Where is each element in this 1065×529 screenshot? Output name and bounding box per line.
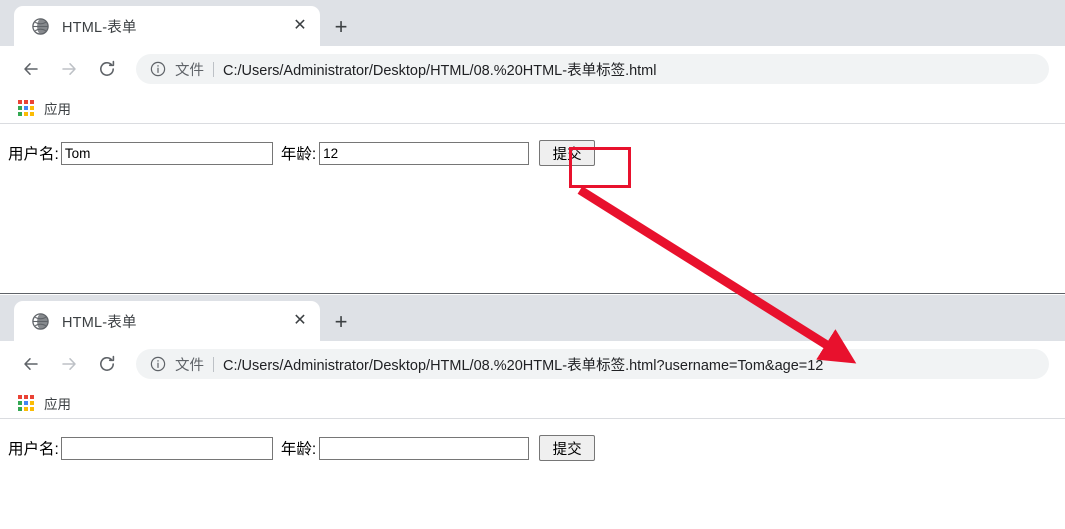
username-label: 用户名:: [8, 441, 59, 458]
tab-strip-bottom: HTML-表单 ✕ +: [0, 295, 1065, 341]
username-input[interactable]: [60, 436, 273, 460]
bookmarks-bar-top: 应用: [0, 92, 1065, 124]
url-base-text: C:/Users/Administrator/Desktop/HTML/08.%…: [223, 357, 657, 374]
url-scheme-label: 文件: [175, 62, 204, 79]
toolbar-bottom: 文件 C:/Users/Administrator/Desktop/HTML/0…: [0, 341, 1065, 387]
url-separator: [213, 61, 214, 77]
new-tab-button[interactable]: +: [328, 14, 354, 40]
apps-grid-icon: [18, 99, 34, 116]
url-text: C:/Users/Administrator/Desktop/HTML/08.%…: [223, 62, 657, 79]
age-label: 年龄:: [280, 441, 317, 458]
submit-button[interactable]: 提交: [539, 435, 596, 461]
address-bar-bottom[interactable]: 文件 C:/Users/Administrator/Desktop/HTML/0…: [136, 349, 1049, 379]
back-button[interactable]: [16, 349, 46, 379]
bookmark-apps[interactable]: 应用: [18, 98, 71, 118]
browser-window-top: HTML-表单 ✕ + 文件 C:/Users/Administrator/De…: [0, 0, 1065, 294]
apps-grid-icon: [18, 394, 34, 411]
address-bar-top[interactable]: 文件 C:/Users/Administrator/Desktop/HTML/0…: [136, 54, 1049, 84]
age-input[interactable]: [319, 436, 530, 460]
url-scheme-label: 文件: [175, 357, 204, 374]
info-circle-icon[interactable]: [150, 61, 166, 77]
form-row-top: 用户名: 年龄: 提交: [8, 140, 1065, 166]
forward-button[interactable]: [54, 54, 84, 84]
back-button[interactable]: [16, 54, 46, 84]
forward-button[interactable]: [54, 349, 84, 379]
submit-button[interactable]: 提交: [539, 140, 596, 166]
age-input[interactable]: [319, 141, 530, 165]
page-content-bottom: 用户名: 年龄: 提交: [0, 419, 1065, 529]
browser-window-bottom: HTML-表单 ✕ + 文件 C:/Users/Administrator/De…: [0, 295, 1065, 529]
bookmark-apps[interactable]: 应用: [18, 393, 71, 413]
tab-html-form-bottom[interactable]: HTML-表单 ✕: [14, 301, 320, 341]
page-content-top: 用户名: 年龄: 提交: [0, 124, 1065, 264]
info-circle-icon[interactable]: [150, 356, 166, 372]
tab-html-form-top[interactable]: HTML-表单 ✕: [14, 6, 320, 46]
bookmark-apps-label: 应用: [44, 396, 71, 412]
age-label: 年龄:: [280, 146, 317, 163]
new-tab-button[interactable]: +: [328, 309, 354, 335]
url-query-text: ?username=Tom&age=12: [657, 358, 824, 374]
tab-title: HTML-表单: [62, 19, 137, 36]
bookmark-apps-label: 应用: [44, 101, 71, 117]
reload-button[interactable]: [92, 349, 122, 379]
url-text: C:/Users/Administrator/Desktop/HTML/08.%…: [223, 354, 1035, 375]
username-input[interactable]: [60, 141, 273, 165]
tab-close-icon[interactable]: ✕: [290, 311, 310, 331]
url-separator: [213, 356, 214, 372]
globe-icon: [32, 17, 49, 35]
globe-icon: [32, 312, 49, 330]
toolbar-top: 文件 C:/Users/Administrator/Desktop/HTML/0…: [0, 46, 1065, 92]
window-divider: [0, 293, 1065, 294]
reload-button[interactable]: [92, 54, 122, 84]
tab-title: HTML-表单: [62, 314, 137, 331]
tab-strip-top: HTML-表单 ✕ +: [0, 0, 1065, 46]
bookmarks-bar-bottom: 应用: [0, 387, 1065, 419]
tab-close-icon[interactable]: ✕: [290, 16, 310, 36]
url-query-value: ?username=Tom&age=12: [656, 357, 824, 374]
username-label: 用户名:: [8, 146, 59, 163]
form-row-bottom: 用户名: 年龄: 提交: [8, 435, 1065, 461]
